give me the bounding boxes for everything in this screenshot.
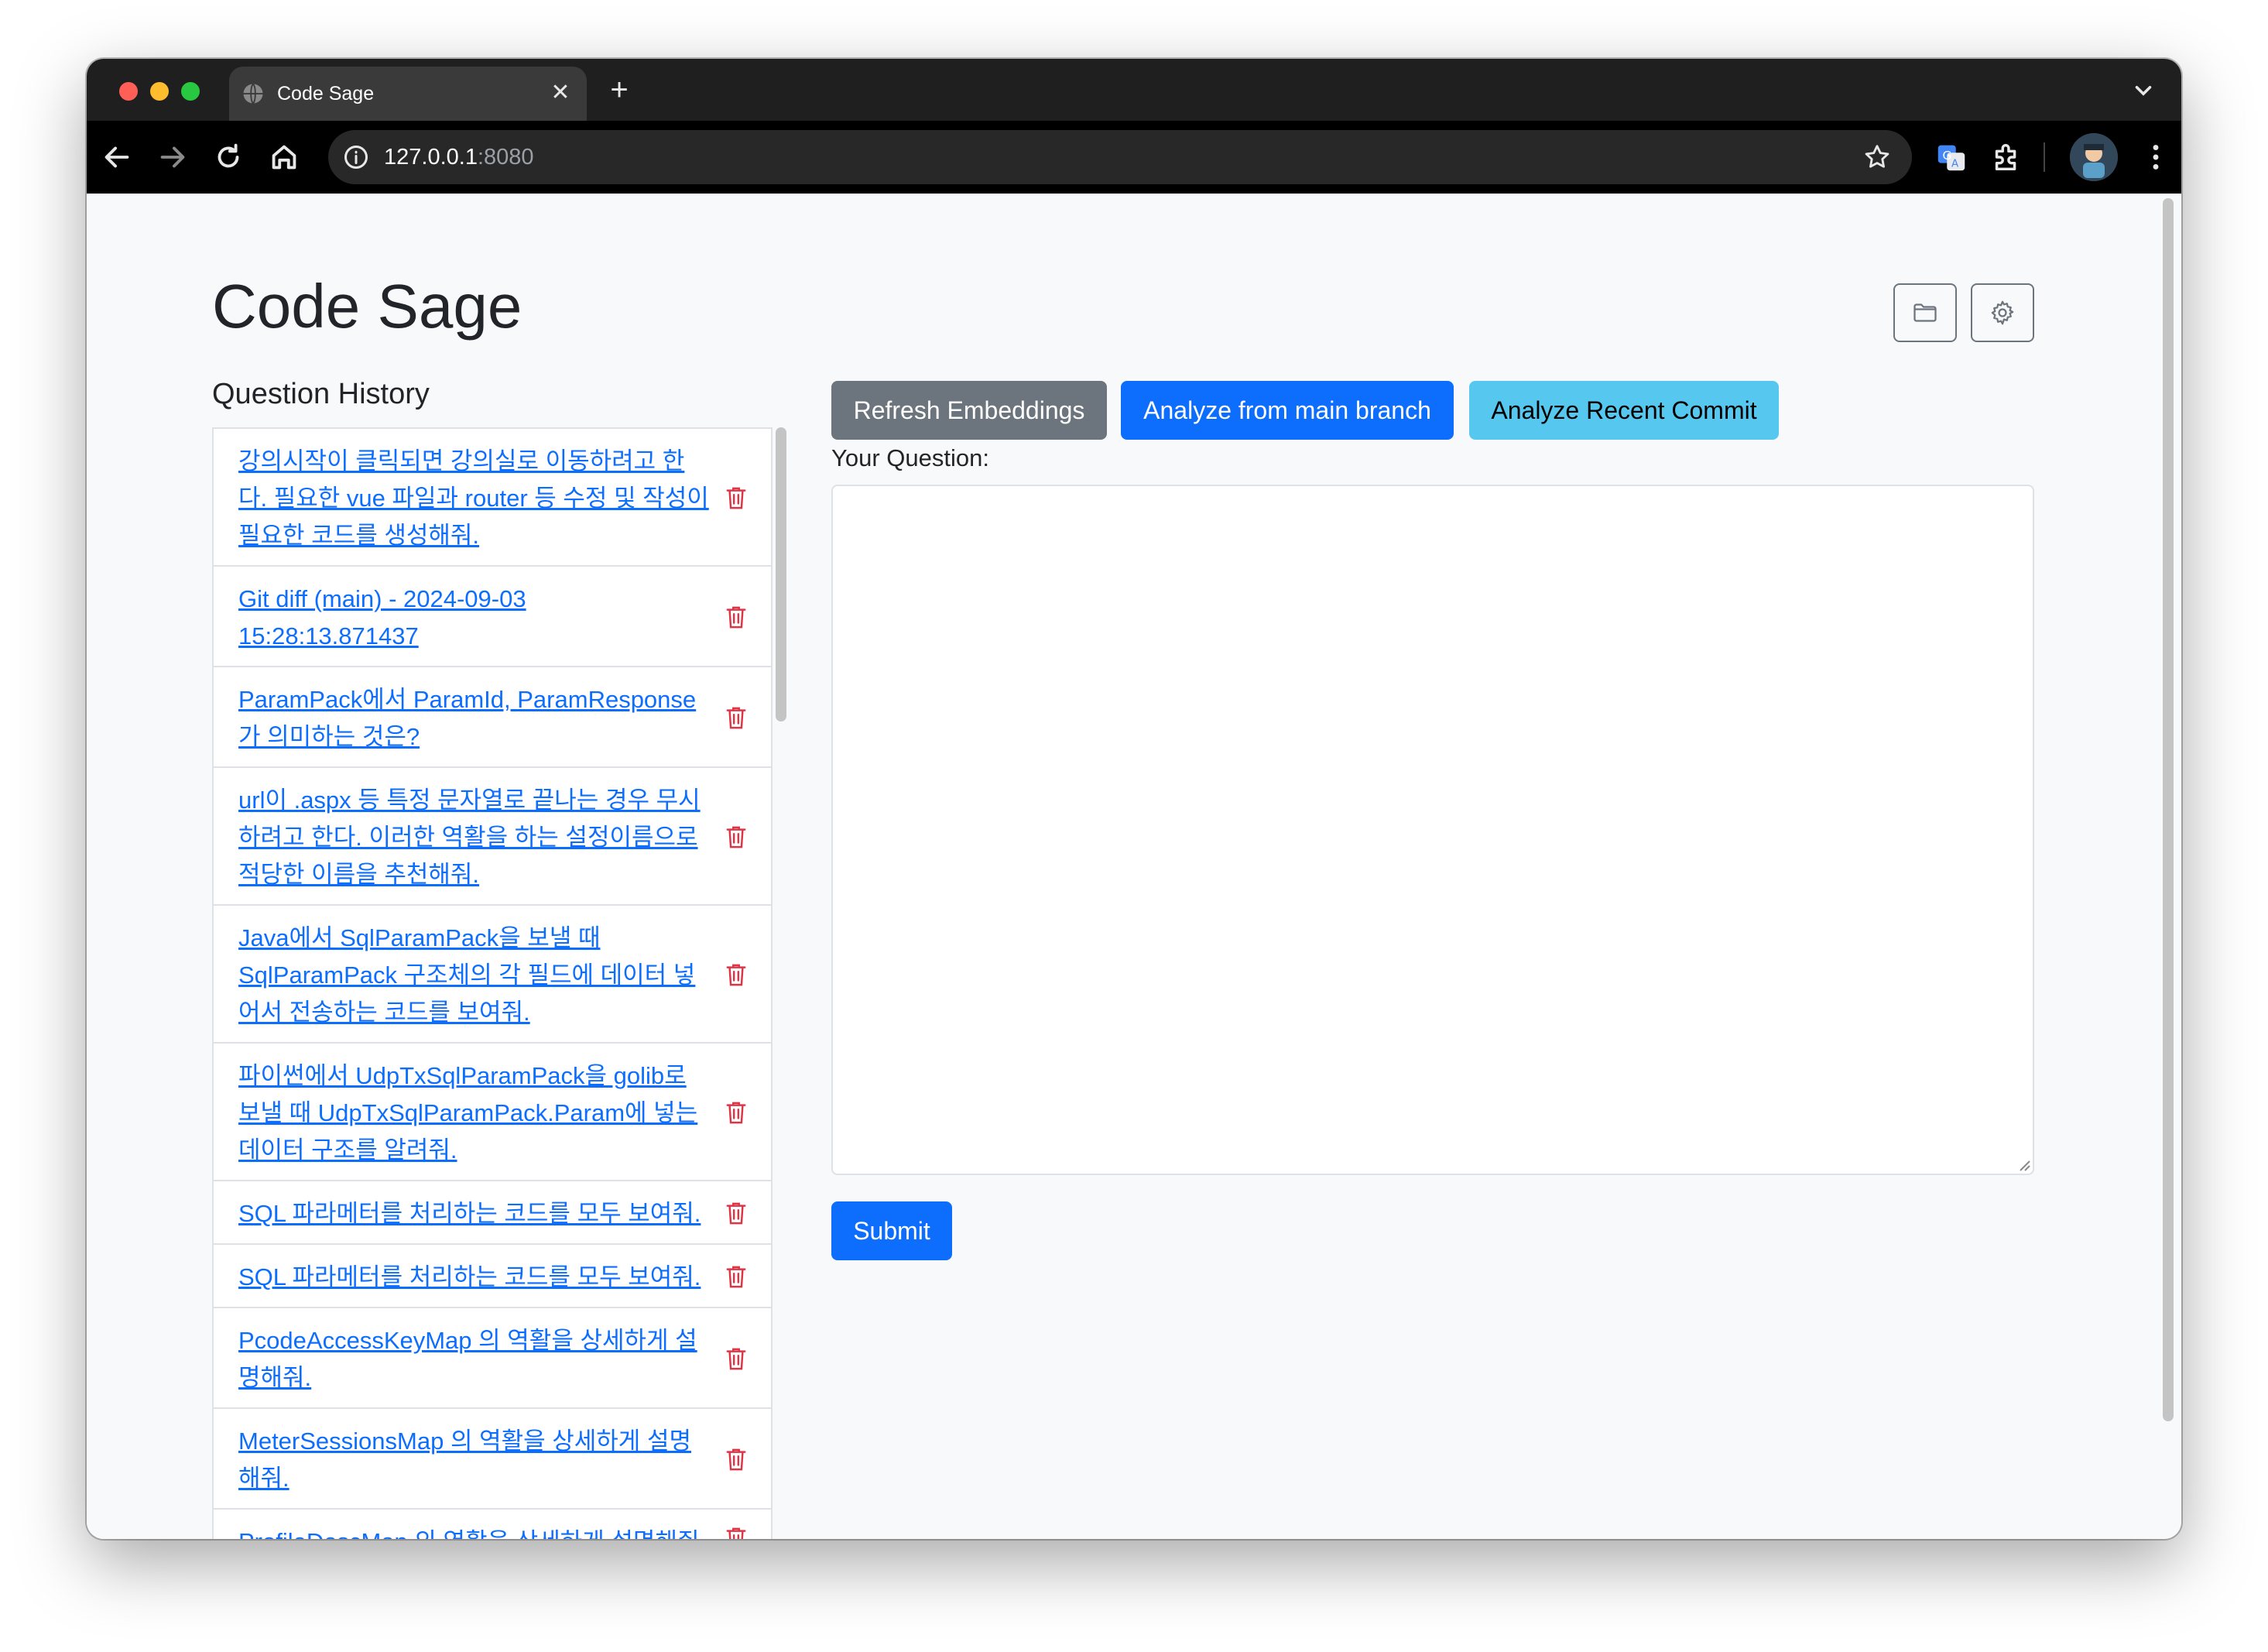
zoom-window-button[interactable] xyxy=(181,82,200,101)
page-scrollbar[interactable] xyxy=(2163,198,2174,1421)
trash-icon[interactable] xyxy=(725,1263,748,1290)
trash-icon[interactable] xyxy=(725,824,748,850)
toolbar-divider xyxy=(2044,142,2045,172)
history-item-link[interactable]: ProfileDescMap 의 역활을 상세하게 설명해줘. xyxy=(238,1523,712,1539)
history-item: PcodeAccessKeyMap 의 역활을 상세하게 설명해줘. xyxy=(212,1307,773,1409)
analyze-recent-commit-button[interactable]: Analyze Recent Commit xyxy=(1469,381,1779,440)
history-scrollbar[interactable] xyxy=(776,427,786,721)
history-item: ParamPack에서 ParamId, ParamResponse가 의미하는… xyxy=(212,666,773,768)
history-item-link[interactable]: url이 .aspx 등 특정 문자열로 끝나는 경우 무시하려고 한다. 이러… xyxy=(238,782,712,893)
translate-extension-icon[interactable]: GA xyxy=(1934,139,1969,175)
trash-icon[interactable] xyxy=(725,1525,748,1539)
tab-title: Code Sage xyxy=(277,83,375,105)
question-history-list: 강의시작이 클릭되면 강의실로 이동하려고 한다. 필요한 vue 파일과 ro… xyxy=(212,427,773,1539)
reload-icon[interactable] xyxy=(211,139,246,175)
more-menu-icon[interactable] xyxy=(2138,139,2174,175)
globe-icon xyxy=(242,82,265,105)
history-item: 강의시작이 클릭되면 강의실로 이동하려고 한다. 필요한 vue 파일과 ro… xyxy=(212,427,773,567)
trash-icon[interactable] xyxy=(725,604,748,630)
tab-strip: Code Sage ✕ + xyxy=(87,59,2181,121)
address-bar[interactable]: 127.0.0.1:8080 xyxy=(328,130,1912,184)
settings-button[interactable] xyxy=(1971,283,2034,342)
trash-icon[interactable] xyxy=(725,1345,748,1372)
history-item-link[interactable]: MeterSessionsMap 의 역활을 상세하게 설명해줘. xyxy=(238,1423,712,1497)
analyze-main-branch-button[interactable]: Analyze from main branch xyxy=(1121,381,1454,440)
minimize-window-button[interactable] xyxy=(150,82,169,101)
url-text: 127.0.0.1:8080 xyxy=(384,146,534,169)
submit-button[interactable]: Submit xyxy=(831,1201,952,1260)
bookmark-star-icon[interactable] xyxy=(1862,142,1892,172)
open-folder-button[interactable] xyxy=(1893,283,1957,342)
question-history-title: Question History xyxy=(212,378,430,410)
history-item-link[interactable]: Git diff (main) - 2024-09-03 15:28:13.87… xyxy=(238,581,712,655)
site-info-icon[interactable] xyxy=(342,143,370,171)
history-item-link[interactable]: SQL 파라메터를 처리하는 코드를 모두 보여줘. xyxy=(238,1195,712,1232)
resize-handle-icon[interactable] xyxy=(2016,1157,2031,1172)
question-label: Your Question: xyxy=(831,444,989,471)
browser-window: Code Sage ✕ + 127.0.0.1:8080 G A Code Sa… xyxy=(87,59,2181,1539)
gear-icon xyxy=(1991,300,2014,325)
history-item: SQL 파라메터를 처리하는 코드를 모두 보여줘. xyxy=(212,1180,773,1245)
history-item: url이 .aspx 등 특정 문자열로 끝나는 경우 무시하려고 한다. 이러… xyxy=(212,766,773,906)
history-item: Java에서 SqlParamPack을 보낼 때 SqlParamPack 구… xyxy=(212,904,773,1044)
history-item: ProfileDescMap 의 역활을 상세하게 설명해줘. xyxy=(212,1508,773,1539)
svg-text:G: G xyxy=(1943,149,1952,163)
history-item-link[interactable]: ParamPack에서 ParamId, ParamResponse가 의미하는… xyxy=(238,681,712,756)
history-item: Git diff (main) - 2024-09-03 15:28:13.87… xyxy=(212,565,773,667)
history-item-link[interactable]: Java에서 SqlParamPack을 보낼 때 SqlParamPack 구… xyxy=(238,920,712,1031)
profile-avatar[interactable] xyxy=(2070,133,2118,181)
home-icon[interactable] xyxy=(266,139,302,175)
question-textarea[interactable] xyxy=(831,485,2034,1175)
history-item-link[interactable]: PcodeAccessKeyMap 의 역활을 상세하게 설명해줘. xyxy=(238,1322,712,1397)
history-item-link[interactable]: 파이썬에서 UdpTxSqlParamPack을 golib로 보낼 때 Udp… xyxy=(238,1057,712,1169)
browser-toolbar: 127.0.0.1:8080 GA xyxy=(87,121,2181,194)
close-window-button[interactable] xyxy=(119,82,138,101)
chevron-down-icon[interactable] xyxy=(2130,77,2157,104)
page-viewport: Code Sage Question History 강의시작이 클릭되면 강의… xyxy=(87,194,2181,1539)
svg-text:A: A xyxy=(1951,158,1959,170)
new-tab-icon[interactable]: + xyxy=(604,74,635,105)
page-title: Code Sage xyxy=(212,272,522,341)
history-item-link[interactable]: SQL 파라메터를 처리하는 코드를 모두 보여줘. xyxy=(238,1259,712,1296)
trash-icon[interactable] xyxy=(725,1446,748,1472)
history-item: 파이썬에서 UdpTxSqlParamPack을 golib로 보낼 때 Udp… xyxy=(212,1042,773,1181)
trash-icon[interactable] xyxy=(725,961,748,988)
forward-arrow-icon[interactable] xyxy=(155,139,190,175)
back-arrow-icon[interactable] xyxy=(99,139,135,175)
history-item: SQL 파라메터를 처리하는 코드를 모두 보여줘. xyxy=(212,1243,773,1308)
history-item: MeterSessionsMap 의 역활을 상세하게 설명해줘. xyxy=(212,1407,773,1510)
url-port: :8080 xyxy=(477,145,534,170)
folder-icon xyxy=(1913,303,1937,322)
refresh-embeddings-button[interactable]: Refresh Embeddings xyxy=(831,381,1107,440)
history-item-link[interactable]: 강의시작이 클릭되면 강의실로 이동하려고 한다. 필요한 vue 파일과 ro… xyxy=(238,443,712,554)
url-host: 127.0.0.1 xyxy=(384,145,478,170)
trash-icon[interactable] xyxy=(725,1099,748,1126)
trash-icon[interactable] xyxy=(725,704,748,731)
browser-tab-code-sage[interactable]: Code Sage ✕ xyxy=(229,67,587,121)
trash-icon[interactable] xyxy=(725,485,748,511)
extensions-puzzle-icon[interactable] xyxy=(1989,139,2025,175)
trash-icon[interactable] xyxy=(725,1200,748,1226)
close-tab-icon[interactable]: ✕ xyxy=(546,79,574,107)
